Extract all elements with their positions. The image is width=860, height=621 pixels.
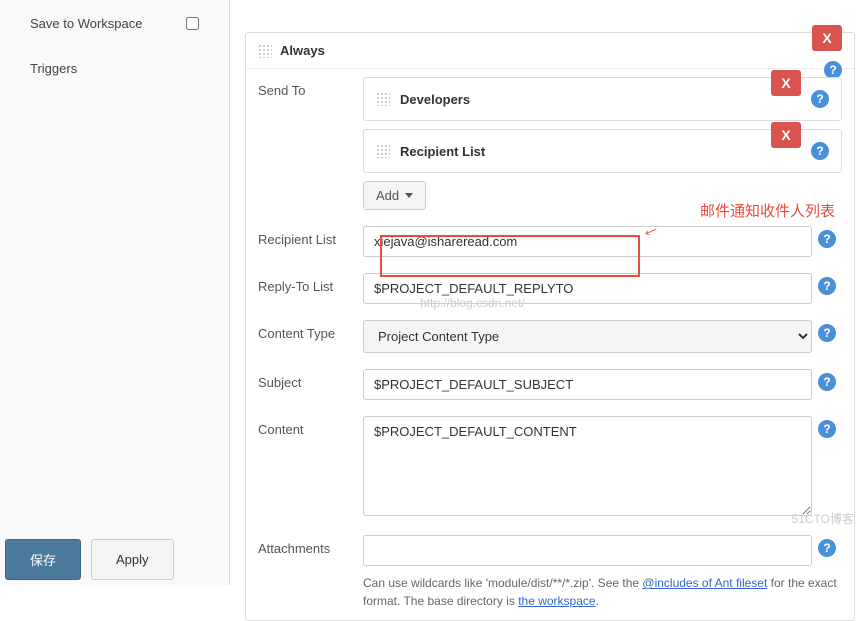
recipient-list-row: Recipient List ? <box>246 218 854 265</box>
block-title: Always <box>280 43 325 58</box>
subject-input[interactable] <box>363 369 812 400</box>
developers-title: Developers <box>400 92 470 107</box>
recipient-list-input[interactable] <box>363 226 812 257</box>
field-label: Content <box>258 416 363 437</box>
content-row: Content $PROJECT_DEFAULT_CONTENT ? <box>246 408 854 527</box>
hint-link-workspace[interactable]: the workspace <box>518 594 595 608</box>
add-label: Add <box>376 188 399 203</box>
block-header: Always <box>246 33 854 69</box>
field-label: Attachments <box>258 535 363 556</box>
subject-row: Subject ? <box>246 361 854 408</box>
reply-to-input[interactable] <box>363 273 812 304</box>
close-button[interactable]: X <box>771 122 801 148</box>
field-label: Recipient List <box>258 226 363 247</box>
recipient-list-title: Recipient List <box>400 144 485 159</box>
save-button[interactable]: 保存 <box>5 539 81 580</box>
attachments-hint: Can use wildcards like 'module/dist/**/*… <box>246 574 854 610</box>
close-button[interactable]: X <box>771 70 801 96</box>
help-icon[interactable]: ? <box>818 539 836 557</box>
add-button[interactable]: Add <box>363 181 426 210</box>
help-icon[interactable]: ? <box>818 420 836 438</box>
help-icon[interactable]: ? <box>818 230 836 248</box>
sidebar-label: Save to Workspace <box>30 16 142 31</box>
field-label: Content Type <box>258 320 363 341</box>
save-workspace-checkbox[interactable] <box>186 17 199 30</box>
bottom-buttons: 保存 Apply <box>5 539 174 580</box>
sidebar-item-triggers[interactable]: Triggers <box>0 55 229 82</box>
send-to-label: Send To <box>258 77 363 98</box>
attachments-row: Attachments ? <box>246 527 854 574</box>
always-trigger-block: X ? Always Send To X Developers ? X Reci… <box>245 32 855 621</box>
send-to-row: Send To X Developers ? X Recipient List … <box>246 69 854 218</box>
close-button[interactable]: X <box>812 25 842 51</box>
content-textarea[interactable]: $PROJECT_DEFAULT_CONTENT <box>363 416 812 516</box>
content-type-select[interactable]: Project Content Type <box>363 320 812 353</box>
field-label: Reply-To List <box>258 273 363 294</box>
help-icon[interactable]: ? <box>811 142 829 160</box>
content-type-row: Content Type Project Content Type ? <box>246 312 854 361</box>
drag-handle-icon[interactable] <box>258 44 272 58</box>
drag-handle-icon[interactable] <box>376 92 390 106</box>
sidebar-item-save-workspace[interactable]: Save to Workspace <box>0 10 229 37</box>
help-icon[interactable]: ? <box>818 324 836 342</box>
help-icon[interactable]: ? <box>818 277 836 295</box>
help-icon[interactable]: ? <box>818 373 836 391</box>
caret-down-icon <box>405 193 413 198</box>
developers-block: X Developers ? <box>363 77 842 121</box>
hint-link-includes[interactable]: @includes of Ant fileset <box>642 576 767 590</box>
main-panel: X ? Always Send To X Developers ? X Reci… <box>245 32 855 621</box>
field-label: Subject <box>258 369 363 390</box>
attachments-input[interactable] <box>363 535 812 566</box>
recipient-list-block: X Recipient List ? <box>363 129 842 173</box>
apply-button[interactable]: Apply <box>91 539 174 580</box>
left-sidebar: Save to Workspace Triggers <box>0 0 230 585</box>
sidebar-label: Triggers <box>30 61 77 76</box>
reply-to-row: Reply-To List ? <box>246 265 854 312</box>
drag-handle-icon[interactable] <box>376 144 390 158</box>
help-icon[interactable]: ? <box>811 90 829 108</box>
